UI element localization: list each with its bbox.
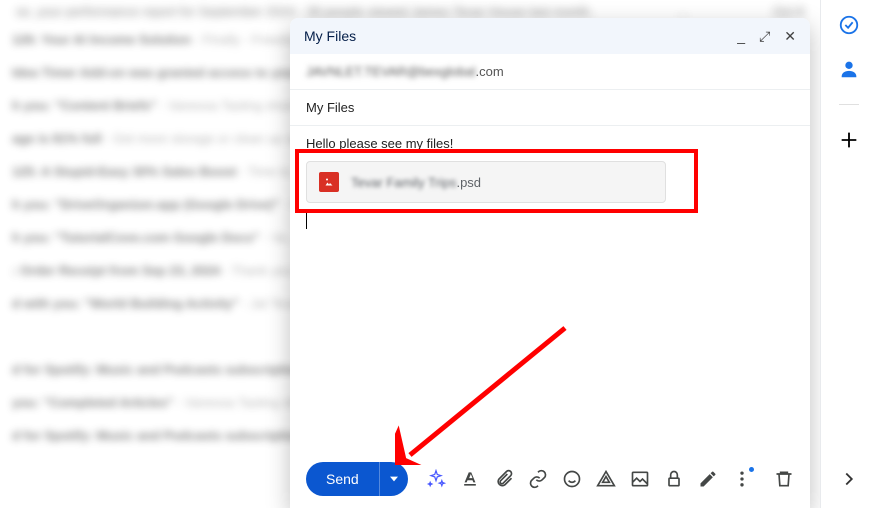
add-app-icon[interactable]: [838, 129, 860, 151]
side-panel: [820, 0, 876, 508]
format-text-icon[interactable]: [460, 469, 480, 489]
compose-footer: Send: [290, 450, 810, 508]
confidential-lock-icon[interactable]: [664, 469, 684, 489]
drive-icon[interactable]: [596, 469, 616, 489]
more-options-icon[interactable]: [732, 469, 752, 489]
discard-draft-icon[interactable]: [774, 469, 794, 489]
ai-sparkle-icon[interactable]: [426, 469, 446, 489]
minimize-icon[interactable]: _: [737, 29, 745, 43]
image-file-icon: [319, 172, 339, 192]
expand-icon[interactable]: ⤢: [759, 29, 770, 43]
emoji-icon[interactable]: [562, 469, 582, 489]
tasks-icon[interactable]: [838, 14, 860, 36]
rail-divider: [839, 104, 859, 105]
text-cursor: [306, 213, 307, 229]
insert-link-icon[interactable]: [528, 469, 548, 489]
attach-file-icon[interactable]: [494, 469, 514, 489]
insert-image-icon[interactable]: [630, 469, 650, 489]
collapse-panel-icon[interactable]: [838, 468, 860, 490]
close-icon[interactable]: ✕: [784, 29, 796, 43]
send-options-button[interactable]: [379, 462, 408, 496]
recipient-field[interactable]: JAVNLET.TEVAR@bexglobal.com: [290, 54, 810, 90]
compose-window: My Files _ ⤢ ✕ JAVNLET.TEVAR@bexglobal.c…: [290, 18, 810, 508]
compose-header: My Files _ ⤢ ✕: [290, 18, 810, 54]
body-text: Hello please see my files!: [306, 136, 794, 151]
send-button[interactable]: Send: [306, 462, 379, 496]
compose-title: My Files: [304, 28, 356, 44]
subject-field[interactable]: My Files: [290, 90, 810, 126]
signature-pen-icon[interactable]: [698, 469, 718, 489]
attachment-chip[interactable]: Tevar Family Trips.psd: [306, 161, 666, 203]
contacts-icon[interactable]: [838, 58, 860, 80]
compose-body[interactable]: Hello please see my files! Tevar Family …: [290, 126, 810, 450]
